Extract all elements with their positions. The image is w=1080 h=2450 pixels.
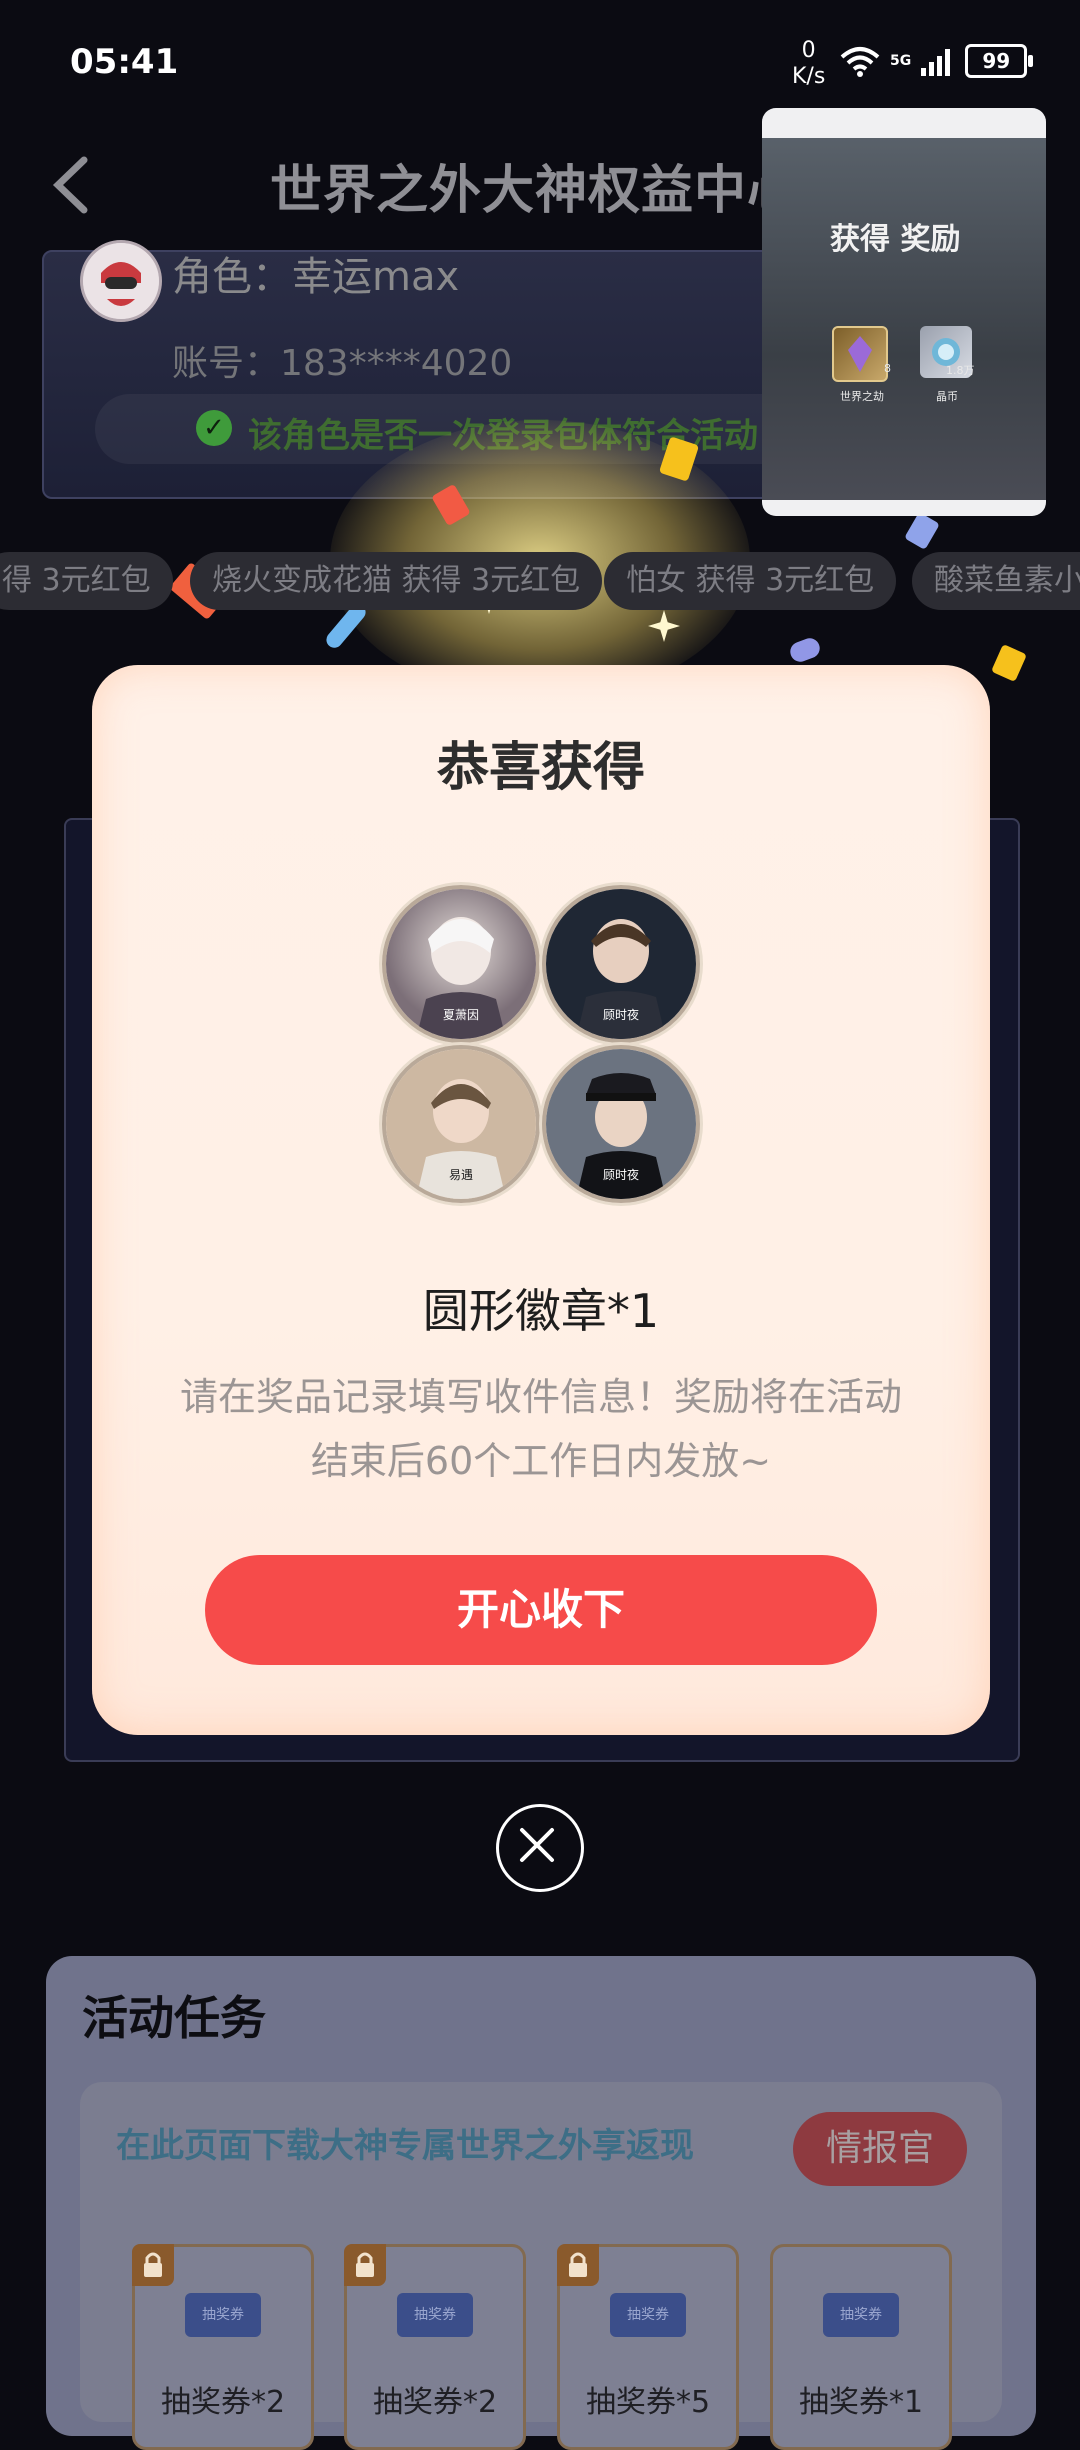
activity-title: 活动任务 — [82, 1991, 266, 2045]
lock-icon — [132, 2244, 174, 2286]
pip-item-count: 8 — [884, 362, 891, 375]
pip-item-caption: 世界之劫 — [840, 390, 884, 403]
network-type: 5G — [890, 53, 912, 69]
badge-caption: 夏萧因 — [443, 1008, 479, 1022]
ticket-label: 抽奖券*1 — [798, 2385, 924, 2420]
net-speed-unit: K/s — [792, 64, 826, 89]
battery-level: 99 — [982, 49, 1011, 73]
ticket-card[interactable]: 抽奖券 抽奖券*5 — [557, 2244, 739, 2450]
badge-caption: 易遇 — [449, 1168, 473, 1182]
account-number: 账号：183****4020 — [172, 343, 513, 384]
badge-caption: 顾时夜 — [603, 1167, 639, 1182]
ticket-icon: 抽奖券 — [610, 2293, 686, 2337]
ticker-item: 酸菜鱼素小i — [912, 552, 1080, 610]
badge-image: 顾时夜 — [542, 1045, 700, 1203]
page-title: 世界之外大神权益中心 — [270, 161, 801, 221]
badge-image: 易遇 — [382, 1045, 540, 1203]
confetti-piece — [991, 644, 1027, 682]
pip-item-caption: 晶币 — [936, 390, 958, 403]
reward-name: 圆形徽章*1 — [422, 1284, 660, 1338]
chevron-left-icon[interactable] — [40, 150, 110, 220]
role-name: 角色：幸运max — [172, 254, 460, 300]
reward-modal: 恭喜获得 夏萧因 顾时夜 易遇 顾时夜 圆形徽章*1 请在奖品记录填写收件信息！… — [92, 665, 990, 1735]
ticker-item: 烧火变成花猫 获得 3元红包 — [190, 552, 603, 610]
ticket-icon: 抽奖券 — [823, 2293, 899, 2337]
intel-officer-button[interactable]: 情报官 — [793, 2112, 967, 2186]
crystal-icon — [848, 336, 872, 372]
task-description: 在此页面下载大神专属世界之外享返现 — [116, 2126, 694, 2166]
check-icon: ✓ — [196, 410, 232, 446]
ticket-card[interactable]: 抽奖券 抽奖券*2 — [344, 2244, 526, 2450]
ticker-item: 得 3元红包 — [0, 552, 173, 610]
ticket-label: 抽奖券*2 — [372, 2385, 498, 2420]
ticket-label: 抽奖券*5 — [585, 2385, 711, 2420]
pip-bottom-bar — [762, 500, 1046, 516]
net-speed: 0 K/s — [792, 38, 825, 90]
confetti-piece — [787, 635, 823, 665]
badge-image: 夏萧因 — [382, 885, 540, 1043]
ticket-icon: 抽奖券 — [397, 2293, 473, 2337]
pip-video — [762, 138, 1046, 500]
battery-icon: 99 — [965, 44, 1034, 78]
avatar-image — [83, 243, 159, 319]
reward-description: 请在奖品记录填写收件信息！奖励将在活动结束后60个工作日内发放~ — [179, 1375, 902, 1483]
avatar — [80, 240, 162, 322]
lock-icon — [344, 2244, 386, 2286]
pip-window[interactable]: 获得 奖励 8 世界之劫 1.8万 晶币 — [762, 108, 1046, 516]
pip-item-count: 1.8万 — [946, 364, 975, 377]
status-icons: 5G 99 — [840, 44, 1034, 78]
close-button[interactable] — [496, 1804, 584, 1892]
signal-icon — [921, 49, 951, 76]
winner-ticker: 得 3元红包 烧火变成花猫 获得 3元红包 怕女 获得 3元红包 酸菜鱼素小i — [0, 552, 1080, 612]
modal-title: 恭喜获得 — [436, 738, 645, 798]
badge-grid: 夏萧因 顾时夜 易遇 顾时夜 — [382, 885, 702, 1205]
pip-reward-item — [832, 326, 888, 382]
wifi-icon — [840, 47, 880, 77]
net-speed-value: 0 — [801, 38, 816, 63]
status-time: 05:41 — [70, 42, 179, 82]
ticket-card[interactable]: 抽奖券 抽奖券*2 — [132, 2244, 314, 2450]
sparkle-icon — [648, 610, 680, 642]
lock-icon — [557, 2244, 599, 2286]
ticket-icon: 抽奖券 — [185, 2293, 261, 2337]
accept-button[interactable]: 开心收下 — [205, 1555, 877, 1665]
pip-reward-title: 获得 奖励 — [830, 222, 961, 257]
confetti-piece — [904, 512, 940, 550]
close-icon — [520, 1828, 554, 1862]
ticker-item: 怕女 获得 3元红包 — [604, 552, 897, 610]
ticket-label: 抽奖券*2 — [160, 2385, 286, 2420]
badge-caption: 顾时夜 — [603, 1007, 639, 1022]
ticket-card[interactable]: 抽奖券 抽奖券*1 — [770, 2244, 952, 2450]
badge-image: 顾时夜 — [542, 885, 700, 1043]
pip-titlebar[interactable] — [762, 108, 1046, 138]
